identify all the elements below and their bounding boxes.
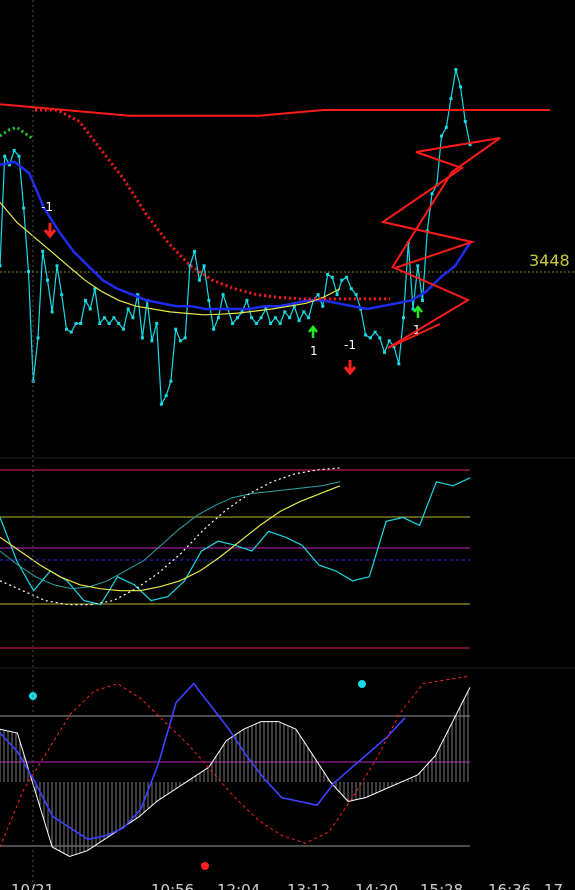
chart-canvas: 3448 -1 1 -1 1 10/21 10:56 12:04 13:12 1… — [0, 0, 575, 890]
data-point — [46, 278, 49, 282]
data-point — [102, 316, 106, 320]
price-label: 3448 — [529, 251, 570, 270]
x-tick-label: 14:20 — [355, 881, 398, 890]
data-point — [0, 264, 2, 268]
data-point — [368, 336, 372, 340]
data-point — [430, 192, 434, 196]
data-point — [288, 316, 292, 320]
data-point — [74, 322, 78, 325]
data-point — [50, 310, 54, 314]
data-point — [41, 249, 45, 253]
x-tick-label: 15:28 — [420, 881, 463, 890]
data-point — [321, 304, 325, 308]
data-point — [27, 270, 30, 273]
data-point — [383, 350, 386, 354]
data-point — [373, 330, 377, 334]
data-point — [345, 275, 349, 279]
data-point — [164, 394, 168, 398]
data-point — [421, 298, 424, 302]
data-point — [297, 319, 301, 323]
data-point — [159, 402, 163, 406]
cycle-signal-dot — [201, 862, 209, 870]
data-point — [79, 322, 83, 325]
data-point — [397, 362, 401, 366]
data-point — [349, 287, 353, 291]
data-point — [378, 336, 382, 340]
data-point — [364, 333, 368, 337]
cycle-signal-dot — [358, 680, 366, 688]
data-point — [193, 249, 197, 253]
data-point — [278, 322, 282, 325]
data-point — [107, 322, 111, 325]
data-point — [387, 339, 391, 343]
data-point — [250, 316, 254, 320]
data-point — [416, 264, 420, 268]
data-point — [69, 330, 73, 334]
data-point — [178, 339, 182, 343]
data-point — [36, 336, 40, 340]
data-point — [117, 322, 121, 325]
data-point — [307, 316, 311, 320]
x-tick-label: 10:56 — [151, 881, 194, 890]
data-point — [202, 264, 206, 268]
data-point — [221, 293, 225, 297]
data-point — [330, 275, 334, 279]
data-point — [340, 278, 344, 282]
data-point — [88, 307, 92, 311]
data-point — [197, 278, 201, 282]
data-point — [169, 379, 173, 383]
data-point — [17, 154, 21, 158]
data-point — [402, 316, 405, 320]
x-tick-label: 17 — [544, 881, 563, 890]
data-point — [259, 316, 263, 320]
data-point — [84, 298, 87, 302]
data-point — [302, 310, 306, 314]
data-point — [449, 97, 453, 100]
data-point — [150, 339, 154, 343]
data-point — [454, 68, 458, 72]
data-point — [3, 154, 7, 158]
data-point — [316, 293, 320, 297]
x-tick-label: 12:04 — [217, 881, 260, 890]
x-tick-label: 10/21 — [11, 881, 54, 890]
data-point — [245, 298, 249, 302]
data-point — [131, 316, 135, 320]
data-point — [326, 272, 330, 276]
data-point — [207, 298, 211, 302]
data-point — [174, 327, 178, 331]
data-point — [459, 85, 462, 89]
data-point — [55, 264, 59, 268]
signal-label: 1 — [310, 344, 318, 358]
data-point — [140, 336, 144, 340]
data-point — [183, 336, 187, 340]
data-point — [112, 316, 116, 320]
data-point — [254, 322, 258, 325]
data-point — [444, 125, 448, 129]
data-point — [212, 327, 216, 331]
signal-label: -1 — [344, 338, 356, 352]
data-point — [22, 206, 26, 210]
data-point — [235, 316, 239, 320]
data-point — [269, 322, 273, 325]
data-point — [12, 148, 16, 152]
data-point — [440, 134, 443, 138]
data-point — [126, 307, 130, 311]
data-point — [283, 310, 287, 314]
signal-label: -1 — [41, 200, 53, 214]
data-point — [155, 322, 159, 325]
data-point — [273, 316, 277, 320]
data-point — [354, 293, 358, 297]
x-tick-label: 13:12 — [287, 881, 330, 890]
data-point — [121, 327, 125, 331]
data-point — [98, 322, 102, 325]
x-tick-label: 16:36 — [488, 881, 531, 890]
data-point — [65, 327, 68, 331]
data-point — [60, 293, 64, 297]
data-point — [231, 322, 235, 325]
data-point — [335, 293, 339, 297]
data-point — [463, 120, 467, 123]
data-point — [216, 316, 220, 320]
